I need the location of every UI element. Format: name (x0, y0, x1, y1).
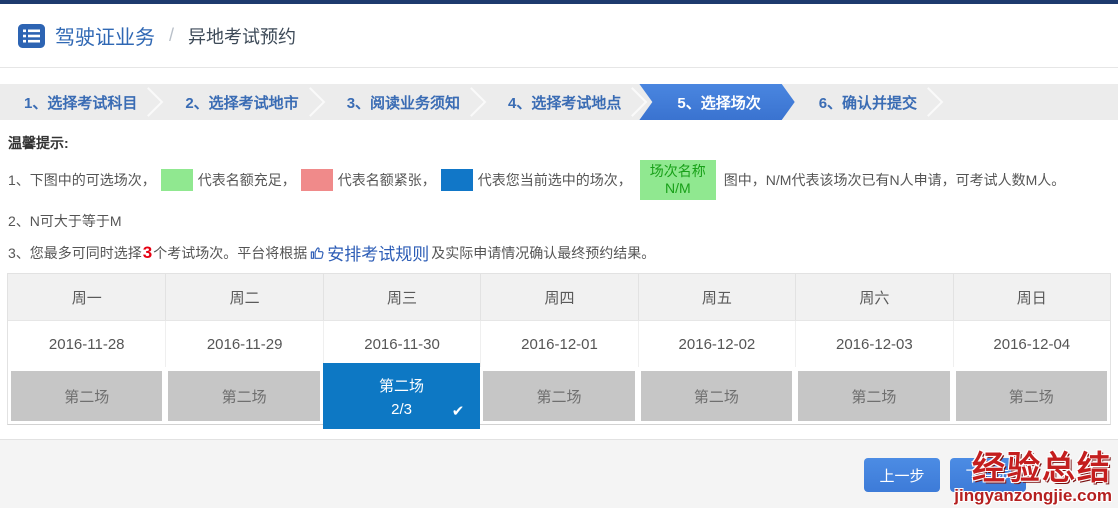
session-name: 第二场 (379, 375, 424, 396)
step-label: 3、阅读业务须知 (347, 92, 460, 113)
tip3-suffix: 及实际申请情况确认最终预约结果。 (431, 243, 655, 263)
weekday-header-cell: 周二 (165, 274, 322, 320)
tip3-middle: 个考试场次。平台将根据 (153, 243, 307, 263)
session-quota: 2/3 (391, 401, 412, 418)
step-4-select-site: 4、选择考试地点 (484, 84, 645, 120)
session-cell-wed-selected[interactable]: 第二场 2/3 ✔ (323, 367, 480, 424)
weekday-header-cell: 周三 (323, 274, 480, 320)
step-2-select-city: 2、选择考试地市 (161, 84, 322, 120)
sample-box-title: 场次名称 (650, 163, 706, 179)
step-6-confirm-submit: 6、确认并提交 (795, 84, 941, 120)
header: 驾驶证业务 / 异地考试预约 (0, 4, 1118, 68)
next-step-button[interactable]: 下一步 (950, 458, 1026, 492)
step-label: 4、选择考试地点 (508, 92, 621, 113)
tip3-prefix: 3、您最多可同时选择 (8, 243, 142, 263)
date-cell: 2016-11-28 (8, 321, 165, 367)
session-chip[interactable]: 第二场 (483, 371, 634, 421)
previous-step-button[interactable]: 上一步 (864, 458, 940, 492)
step-label: 5、选择场次 (677, 92, 760, 113)
max-select-count: 3 (142, 243, 153, 263)
page-title: 异地考试预约 (188, 23, 296, 49)
step-1-select-subject: 1、选择考试科目 (0, 84, 161, 120)
green-quota-swatch (161, 169, 193, 191)
date-cell: 2016-11-29 (165, 321, 322, 367)
list-icon (18, 24, 45, 48)
tip-line-3: 3、您最多可同时选择 3 个考试场次。平台将根据 安排考试规则 及实际申请情况确… (8, 240, 1108, 265)
tips-section: 温馨提示: 1、下图中的可选场次， 代表名额充足， 代表名额紧张， 代表您当前选… (0, 120, 1118, 265)
tip1-green-text: 代表名额充足， (198, 170, 296, 190)
thumb-up-icon (309, 245, 325, 261)
sample-box-quota: N/M (665, 180, 691, 196)
step-3-read-notice: 3、阅读业务须知 (323, 84, 484, 120)
session-chip[interactable]: 第二场 (956, 371, 1107, 421)
weekday-header-row: 周一 周二 周三 周四 周五 周六 周日 (8, 274, 1110, 320)
weekday-header-cell: 周六 (795, 274, 952, 320)
date-row: 2016-11-28 2016-11-29 2016-11-30 2016-12… (8, 320, 1110, 367)
breadcrumb-separator: / (169, 25, 174, 46)
date-cell: 2016-12-03 (795, 321, 952, 367)
date-cell: 2016-12-04 (953, 321, 1110, 367)
session-cell-tue[interactable]: 第二场 (165, 367, 322, 424)
exam-rules-link[interactable]: 安排考试规则 (309, 240, 429, 265)
session-cell-sun[interactable]: 第二场 (953, 367, 1110, 424)
step-bar-filler (941, 84, 1118, 120)
weekday-header-cell: 周日 (953, 274, 1110, 320)
tip-line-2: 2、N可大于等于M (8, 211, 1108, 231)
breadcrumb-root[interactable]: 驾驶证业务 (55, 21, 155, 50)
tip1-red-text: 代表名额紧张， (338, 170, 436, 190)
exam-rules-link-label: 安排考试规则 (327, 240, 429, 265)
date-cell: 2016-11-30 (323, 321, 480, 367)
session-cell-sat[interactable]: 第二场 (795, 367, 952, 424)
step-label: 2、选择考试地市 (185, 92, 298, 113)
date-cell: 2016-12-02 (638, 321, 795, 367)
tip1-suffix: 图中，N/M代表该场次已有N人申请，可考试人数M人。 (724, 170, 1065, 190)
session-chip[interactable]: 第二场 (11, 371, 162, 421)
weekday-header-cell: 周一 (8, 274, 165, 320)
tip-line-1: 1、下图中的可选场次， 代表名额充足， 代表名额紧张， 代表您当前选中的场次， … (8, 160, 1108, 200)
date-cell: 2016-12-01 (480, 321, 637, 367)
weekday-header-cell: 周五 (638, 274, 795, 320)
session-schedule-table: 周一 周二 周三 周四 周五 周六 周日 2016-11-28 2016-11-… (7, 273, 1111, 425)
session-chip[interactable]: 第二场 (168, 371, 319, 421)
tips-heading: 温馨提示: (8, 133, 1108, 153)
step-5-select-session-active: 5、选择场次 (639, 84, 794, 120)
session-chip[interactable]: 第二场 (798, 371, 949, 421)
step-wizard: 1、选择考试科目 2、选择考试地市 3、阅读业务须知 4、选择考试地点 5、选择… (0, 84, 1118, 120)
weekday-header-cell: 周四 (480, 274, 637, 320)
session-cell-mon[interactable]: 第二场 (8, 367, 165, 424)
check-icon: ✔ (452, 402, 465, 420)
footer-action-bar: 上一步 下一步 (0, 439, 1118, 508)
step-label: 6、确认并提交 (819, 92, 917, 113)
session-cell-fri[interactable]: 第二场 (638, 367, 795, 424)
step-label: 1、选择考试科目 (24, 92, 137, 113)
tip1-prefix: 1、下图中的可选场次， (8, 170, 156, 190)
session-sample-box: 场次名称 N/M (640, 160, 716, 200)
session-chip[interactable]: 第二场 (641, 371, 792, 421)
session-cell-thu[interactable]: 第二场 (480, 367, 637, 424)
blue-selected-swatch (441, 169, 473, 191)
red-quota-swatch (301, 169, 333, 191)
tip1-blue-text: 代表您当前选中的场次， (478, 170, 632, 190)
session-row: 第二场 第二场 第二场 2/3 ✔ 第二场 第二场 第二场 第二场 (8, 367, 1110, 424)
selected-session-chip[interactable]: 第二场 2/3 ✔ (323, 363, 480, 429)
